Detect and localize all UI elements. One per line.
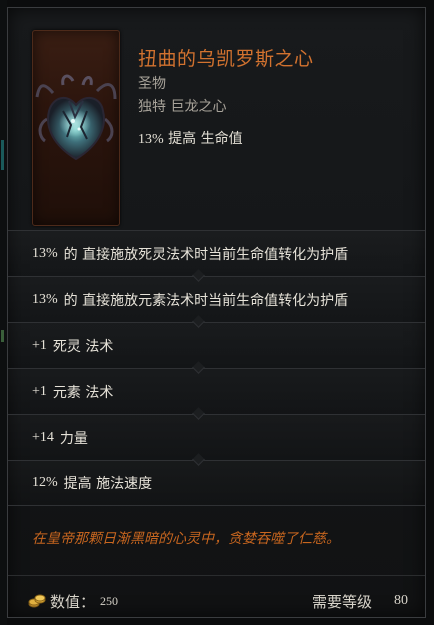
modifier-text: 提高 施法速度 (63, 476, 153, 492)
modifier-value: 12% (32, 475, 58, 490)
modifier-value: +1 (32, 383, 47, 399)
modifier-row: +1 死灵 法术 (8, 322, 425, 368)
modifier-row: 13% 的 直接施放死灵法术时当前生命值转化为护盾 (8, 230, 425, 276)
modifier-list: 13% 的 直接施放死灵法术时当前生命值转化为护盾 13% 的 直接施放元素法术… (8, 230, 425, 506)
modifier-value: 13% (32, 245, 58, 261)
modifier-text: 死灵 法术 (52, 338, 114, 355)
modifier-value: +1 (32, 337, 47, 353)
modifier-text: 的 直接施放死灵法术时当前生命值转化为护盾 (63, 246, 349, 263)
tooltip-footer: 数值： 250 需要等级 80 (8, 575, 425, 620)
flavour-text: 在皇帝那颗日渐黑暗的心灵中，贪婪吞噬了仁慈。 (32, 531, 340, 547)
modifier-row: 12% 提高 施法速度 (8, 460, 425, 506)
requirement-level: 80 (394, 593, 408, 608)
modifier-value: 13% (32, 291, 58, 307)
modifier-text: 元素 法术 (52, 384, 114, 401)
gold-coin-icon (28, 594, 46, 608)
implicit-modifier: 13% 提高 生命值 (138, 128, 243, 148)
dragon-heart-relic-icon (35, 74, 117, 161)
modifier-row: +14 力量 (8, 414, 425, 460)
tooltip-header: 扭曲的乌凯罗斯之心 圣物 独特 巨龙之心 13% 提高 生命值 (8, 8, 425, 230)
modifier-text: 的 直接施放元素法术时当前生命值转化为护盾 (63, 292, 349, 309)
value-amount: 250 (100, 594, 118, 608)
item-name: 扭曲的乌凯罗斯之心 (138, 48, 314, 70)
modifier-value: +14 (32, 429, 54, 445)
edge-glow (1, 140, 4, 170)
value-label: 数值： (50, 593, 96, 611)
item-rarity-type: 独特 巨龙之心 (138, 99, 227, 115)
edge-glow (1, 330, 4, 342)
modifier-text: 力量 (59, 430, 88, 447)
implicit-value: 13% (138, 132, 164, 147)
left-edge-strip (0, 0, 7, 625)
modifier-row: +1 元素 法术 (8, 368, 425, 414)
requirement-label: 需要等级 (311, 593, 372, 611)
item-image-card (32, 30, 120, 226)
implicit-text: 提高 生命值 (168, 131, 243, 147)
modifier-row: 13% 的 直接施放元素法术时当前生命值转化为护盾 (8, 276, 425, 322)
item-tooltip: 扭曲的乌凯罗斯之心 圣物 独特 巨龙之心 13% 提高 生命值 13% 的 直接… (7, 7, 426, 618)
item-category: 圣物 (138, 76, 166, 92)
